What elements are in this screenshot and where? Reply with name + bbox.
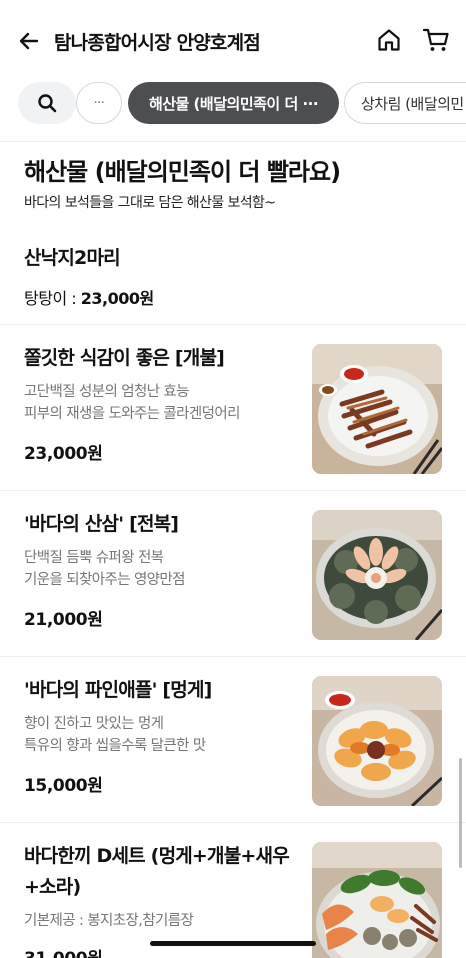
menu-search-button[interactable] <box>18 82 76 124</box>
divider <box>0 141 466 142</box>
section-title: 해산물 (배달의민족이 더 빨라요) <box>24 158 341 186</box>
arrow-left-icon <box>19 32 39 50</box>
menu-item-sea-squirt[interactable]: '바다의 파인애플' [멍게] 향이 진하고 맛있는 멍게 특유의 향과 씹을수… <box>0 656 466 822</box>
menu-item-d-set[interactable]: 바다한끼 D세트 (멍게+개불+새우+소라) 기본제공 : 봉지초장,참기름장 … <box>0 822 466 958</box>
menu-item-desc-line: 향이 진하고 맛있는 멍게 <box>24 716 164 732</box>
back-button[interactable] <box>16 28 42 54</box>
menu-item-price: 23,000원 <box>24 444 103 464</box>
scrollbar[interactable] <box>459 758 462 868</box>
chip-sangcharim-category[interactable]: 상차림 (배달의민 <box>344 82 466 124</box>
gaebul-photo <box>312 344 442 474</box>
menu-item-desc-line: 피부의 재생을 도와주는 콜라겐덩어리 <box>24 406 240 422</box>
sea-squirt-photo <box>312 676 442 806</box>
cart-icon <box>422 28 449 51</box>
section-description: 바다의 보석들을 그대로 담은 해산물 보석함~ <box>24 195 276 211</box>
home-icon <box>378 29 400 51</box>
menu-item-name: '바다의 산삼' [전복] <box>24 513 179 535</box>
menu-item-name: 쫄깃한 식감이 좋은 [개불] <box>24 347 225 369</box>
menu-item-price: 31,000원 <box>24 944 103 958</box>
menu-item-desc-line: 기본제공 : 봉지초장,참기름장 <box>24 913 194 929</box>
chip-previous-category[interactable]: ··· <box>76 82 122 124</box>
menu-item-desc-line: 기운을 되찾아주는 영양만점 <box>24 572 186 588</box>
category-chip-bar: ··· 해산물 (배달의민족이 더 ··· 상차림 (배달의민 <box>0 80 466 126</box>
menu-item-name: '바다의 파인애플' [멍게] <box>24 679 212 701</box>
menu-item-price: 15,000원 <box>24 776 103 796</box>
menu-item-desc-line: 특유의 향과 씹을수록 달큰한 맛 <box>24 738 206 754</box>
home-button[interactable] <box>376 27 402 53</box>
menu-item-name: 산낙지2마리 <box>24 247 121 269</box>
d-set-photo <box>312 842 442 958</box>
menu-item-price: 23,000원 <box>80 289 154 308</box>
menu-item-name: 바다한끼 D세트 (멍게+개불+새우+소라) <box>24 845 290 898</box>
menu-item-gaebul[interactable]: 쫄깃한 식감이 좋은 [개불] 고단백질 성분의 엄청난 효능 피부의 재생을 … <box>0 324 466 490</box>
search-icon <box>38 94 57 113</box>
option-label: 탕탕이 : <box>24 289 81 308</box>
abalone-photo <box>312 510 442 640</box>
top-bar: 탐나종합어시장 안양호계점 <box>0 0 466 80</box>
menu-item-abalone[interactable]: '바다의 산삼' [전복] 단백질 듬뿍 슈퍼왕 전복 기운을 되찾아주는 영양… <box>0 490 466 656</box>
menu-item-option: 탕탕이 : 23,000원 <box>24 285 154 309</box>
home-indicator <box>150 941 316 946</box>
menu-item-price: 21,000원 <box>24 610 103 630</box>
store-title: 탐나종합어시장 안양호계점 <box>54 32 261 54</box>
menu-item-desc-line: 단백질 듬뿍 슈퍼왕 전복 <box>24 550 164 566</box>
chip-seafood-category[interactable]: 해산물 (배달의민족이 더 ··· <box>128 82 339 124</box>
menu-item-desc-line: 고단백질 성분의 엄청난 효능 <box>24 384 190 400</box>
cart-button[interactable] <box>422 27 450 53</box>
